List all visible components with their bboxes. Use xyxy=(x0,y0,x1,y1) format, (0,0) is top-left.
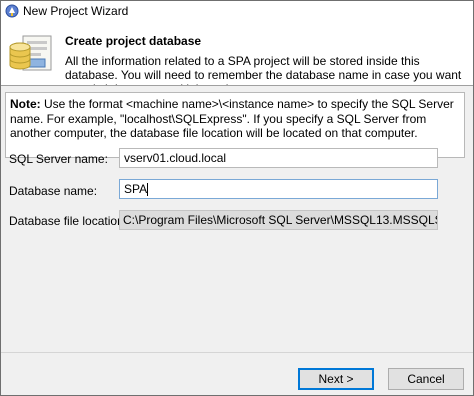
database-icon xyxy=(9,35,52,71)
database-name-value: SPA xyxy=(124,182,148,196)
database-name-input[interactable]: SPA xyxy=(119,179,438,199)
sql-server-input[interactable]: vserv01.cloud.local xyxy=(119,148,438,168)
next-button[interactable]: Next > xyxy=(298,368,374,390)
text-caret xyxy=(147,183,149,197)
cancel-button[interactable]: Cancel xyxy=(388,368,464,390)
wizard-content: Note: Use the format <machine name>\<ins… xyxy=(1,86,473,352)
wizard-app-icon xyxy=(5,4,19,18)
sql-server-value: vserv01.cloud.local xyxy=(124,151,227,165)
server-label: SQL Server name: xyxy=(9,152,108,166)
page-title: Create project database xyxy=(65,34,202,48)
note-label: Note: xyxy=(10,97,41,111)
database-name-label: Database name: xyxy=(9,184,98,198)
title-bar[interactable]: New Project Wizard xyxy=(1,1,473,21)
note-text: Use the format <machine name>\<instance … xyxy=(10,97,454,140)
window-title: New Project Wizard xyxy=(23,4,129,18)
wizard-footer: Next > Cancel xyxy=(1,353,473,395)
file-location-field: C:\Program Files\Microsoft SQL Server\MS… xyxy=(119,210,438,230)
file-location-label: Database file location: xyxy=(9,214,128,228)
wizard-window: New Project Wizard Create project databa… xyxy=(0,0,474,396)
wizard-header: Create project database All the informat… xyxy=(1,21,473,96)
file-location-value: C:\Program Files\Microsoft SQL Server\MS… xyxy=(123,213,437,227)
